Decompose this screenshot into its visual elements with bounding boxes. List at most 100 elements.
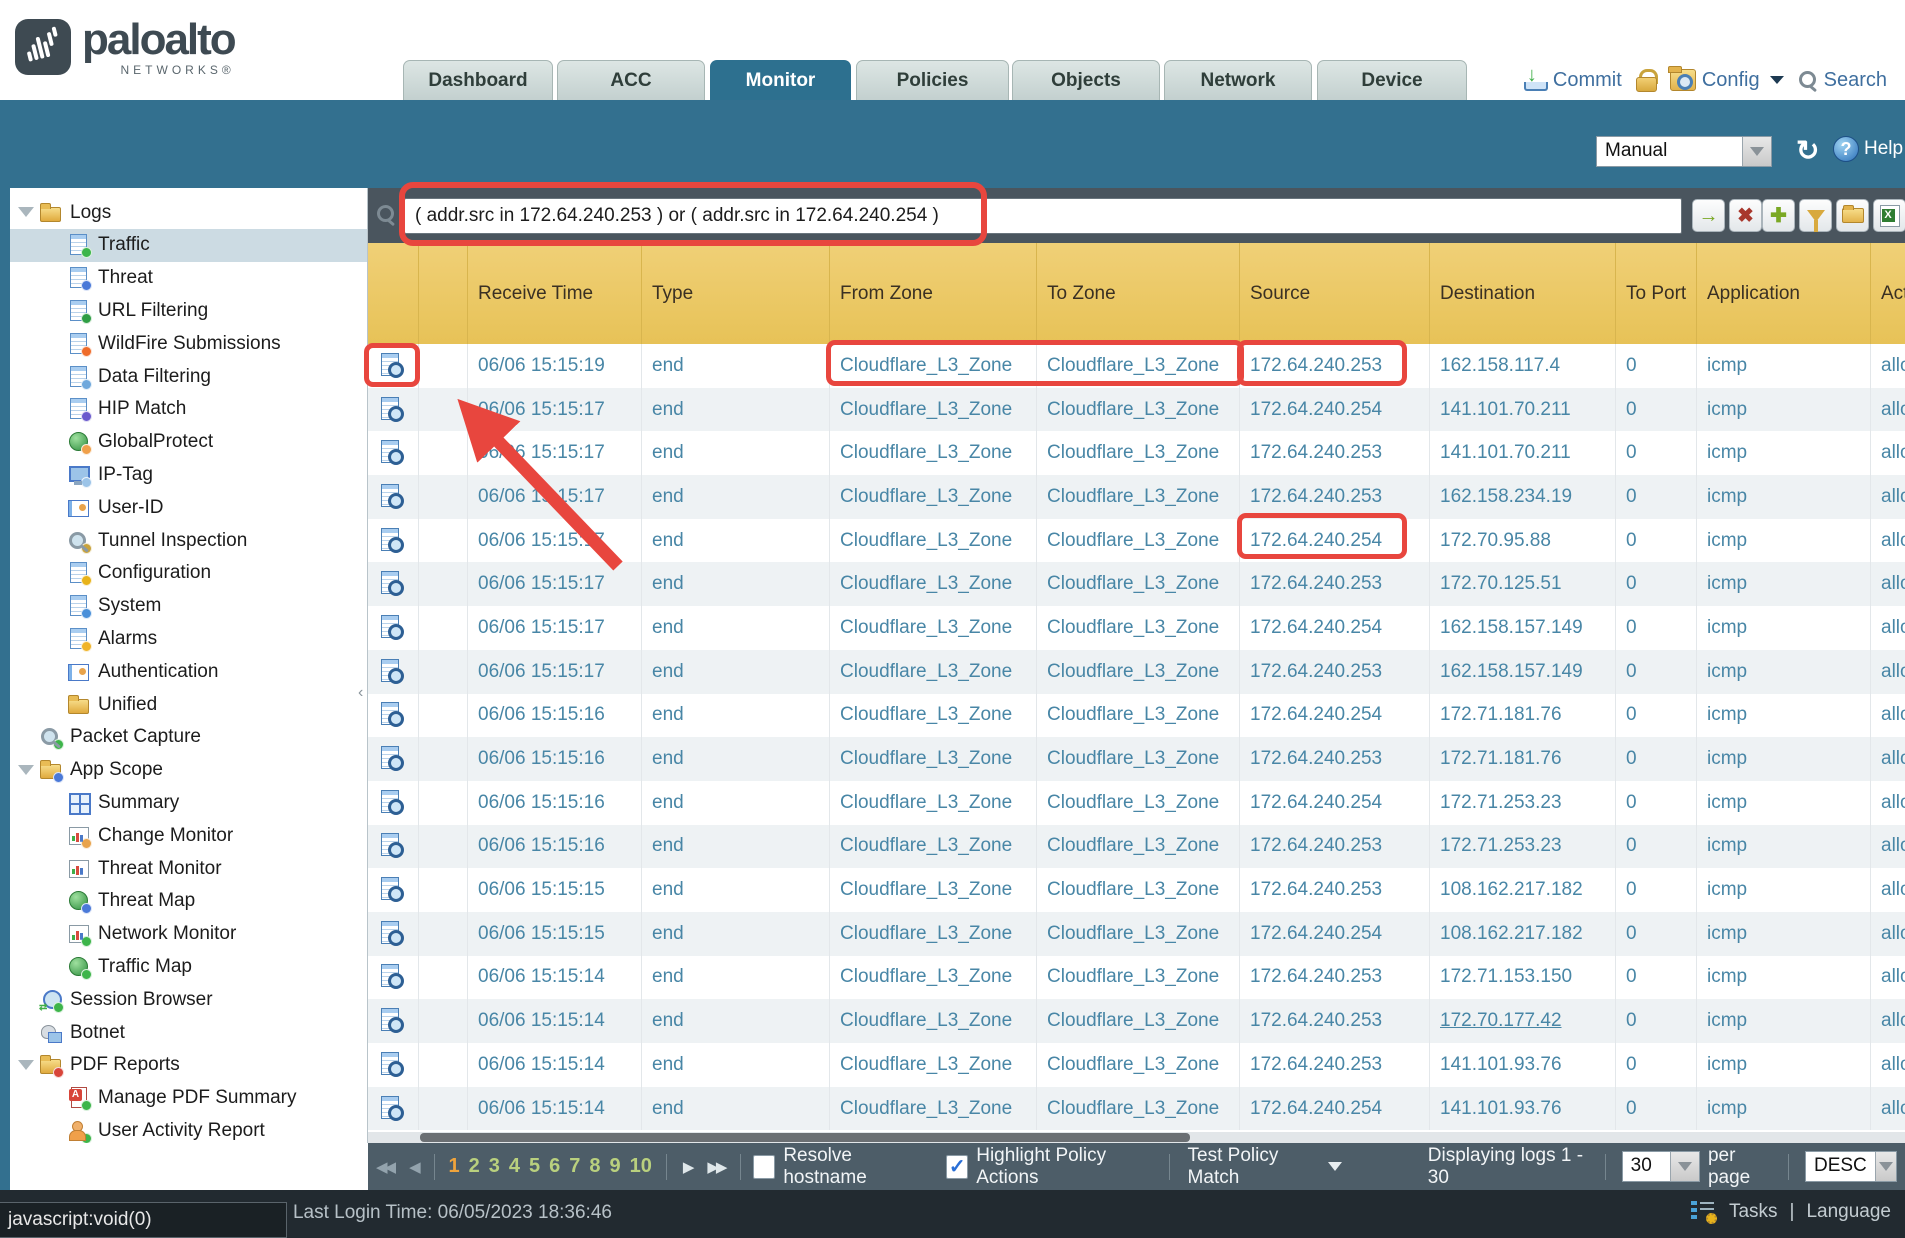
cell-from-zone[interactable]: Cloudflare_L3_Zone [830,1087,1037,1131]
resolve-hostname-checkbox[interactable] [753,1155,775,1179]
cell-source[interactable]: 172.64.240.253 [1240,344,1430,388]
next-page-button[interactable]: ▶ [675,1158,700,1176]
cell-from-zone[interactable]: Cloudflare_L3_Zone [830,825,1037,869]
log-detail-magnifier-icon[interactable] [380,833,404,859]
apply-filter-button[interactable]: → [1692,199,1725,232]
per-page-select[interactable]: 30 [1622,1151,1700,1182]
page-number-5[interactable]: 5 [529,1155,540,1178]
cell-to-zone[interactable]: Cloudflare_L3_Zone [1037,781,1240,825]
log-detail-magnifier-icon[interactable] [380,484,404,510]
sidebar-item-threat[interactable]: Threat [10,262,368,295]
refresh-icon[interactable]: ↻ [1796,134,1819,167]
cell-from-zone[interactable]: Cloudflare_L3_Zone [830,431,1037,475]
sidebar-item-wildfire-submissions[interactable]: WildFire Submissions [10,327,368,360]
cell-source[interactable]: 172.64.240.254 [1240,694,1430,738]
log-detail-magnifier-icon[interactable] [380,571,404,597]
cell-source[interactable]: 172.64.240.254 [1240,519,1430,563]
cell-application[interactable]: icmp [1697,344,1871,388]
sidebar-item-logs[interactable]: Logs [10,196,368,229]
cell-to-zone[interactable]: Cloudflare_L3_Zone [1037,825,1240,869]
page-number-10[interactable]: 10 [630,1155,652,1178]
first-page-button[interactable]: ◀◀ [368,1158,401,1176]
cell-to-zone[interactable]: Cloudflare_L3_Zone [1037,519,1240,563]
cell-source[interactable]: 172.64.240.254 [1240,1087,1430,1131]
cell-application[interactable]: icmp [1697,475,1871,519]
highlight-policy-actions-checkbox[interactable]: ✓ [946,1155,968,1179]
cell-to-zone[interactable]: Cloudflare_L3_Zone [1037,912,1240,956]
cell-to-zone[interactable]: Cloudflare_L3_Zone [1037,475,1240,519]
cell-application[interactable]: icmp [1697,650,1871,694]
log-detail-magnifier-icon[interactable] [380,1052,404,1078]
cell-application[interactable]: icmp [1697,388,1871,432]
page-number-3[interactable]: 3 [489,1155,500,1178]
cell-application[interactable]: icmp [1697,519,1871,563]
refresh-mode-select[interactable]: Manual [1596,136,1772,167]
cell-from-zone[interactable]: Cloudflare_L3_Zone [830,344,1037,388]
log-detail-magnifier-icon[interactable] [380,440,404,466]
sort-order-select[interactable]: DESC [1805,1151,1897,1182]
sidebar-item-change-monitor[interactable]: Change Monitor [10,819,368,852]
cell-destination[interactable]: 172.71.253.23 [1430,781,1616,825]
cell-from-zone[interactable]: Cloudflare_L3_Zone [830,999,1037,1043]
export-log-button[interactable] [1873,199,1905,232]
cell-destination[interactable]: 162.158.234.19 [1430,475,1616,519]
sidebar-item-packet-capture[interactable]: Packet Capture [10,721,368,754]
cell-destination[interactable]: 162.158.117.4 [1430,344,1616,388]
cell-application[interactable]: icmp [1697,606,1871,650]
cell-application[interactable]: icmp [1697,781,1871,825]
cell-from-zone[interactable]: Cloudflare_L3_Zone [830,475,1037,519]
scrollbar-thumb[interactable] [420,1133,1190,1142]
log-detail-magnifier-icon[interactable] [380,353,404,379]
cell-from-zone[interactable]: Cloudflare_L3_Zone [830,694,1037,738]
tab-policies[interactable]: Policies [856,60,1009,100]
cell-to-zone[interactable]: Cloudflare_L3_Zone [1037,431,1240,475]
cell-source[interactable]: 172.64.240.253 [1240,737,1430,781]
tab-network[interactable]: Network [1164,60,1312,100]
sidebar-item-globalprotect[interactable]: GlobalProtect [10,426,368,459]
column-header-application[interactable]: Application [1697,243,1871,344]
tasks-button[interactable]: Tasks [1729,1201,1778,1223]
cell-source[interactable]: 172.64.240.254 [1240,781,1430,825]
column-header-destination[interactable]: Destination [1430,243,1616,344]
tree-expander-icon[interactable] [18,207,34,217]
cell-source[interactable]: 172.64.240.254 [1240,388,1430,432]
cell-to-zone[interactable]: Cloudflare_L3_Zone [1037,650,1240,694]
cell-destination[interactable]: 172.70.95.88 [1430,519,1616,563]
cell-to-zone[interactable]: Cloudflare_L3_Zone [1037,868,1240,912]
cell-application[interactable]: icmp [1697,694,1871,738]
page-number-1[interactable]: 1 [449,1155,460,1178]
sidebar-item-hip-match[interactable]: HIP Match [10,393,368,426]
cell-from-zone[interactable]: Cloudflare_L3_Zone [830,868,1037,912]
log-detail-magnifier-icon[interactable] [380,615,404,641]
cell-to-zone[interactable]: Cloudflare_L3_Zone [1037,737,1240,781]
cell-destination[interactable]: 108.162.217.182 [1430,868,1616,912]
sidebar-item-ip-tag[interactable]: IP-Tag [10,458,368,491]
clear-filter-button[interactable]: ✖ [1729,199,1762,232]
cell-to-zone[interactable]: Cloudflare_L3_Zone [1037,1087,1240,1131]
cell-to-zone[interactable]: Cloudflare_L3_Zone [1037,562,1240,606]
cell-application[interactable]: icmp [1697,868,1871,912]
column-header-receive-time[interactable]: Receive Time [468,243,642,344]
log-detail-magnifier-icon[interactable] [380,790,404,816]
column-header-type[interactable]: Type [642,243,830,344]
cell-to-zone[interactable]: Cloudflare_L3_Zone [1037,694,1240,738]
sidebar-item-session-browser[interactable]: Session Browser [10,983,368,1016]
log-detail-magnifier-icon[interactable] [380,702,404,728]
lock-icon[interactable] [1636,68,1656,92]
tab-monitor[interactable]: Monitor [710,60,851,100]
cell-source[interactable]: 172.64.240.253 [1240,1043,1430,1087]
cell-to-zone[interactable]: Cloudflare_L3_Zone [1037,999,1240,1043]
commit-button[interactable]: Commit [1523,68,1622,92]
page-number-2[interactable]: 2 [469,1155,480,1178]
cell-from-zone[interactable]: Cloudflare_L3_Zone [830,1043,1037,1087]
cell-source[interactable]: 172.64.240.253 [1240,431,1430,475]
cell-destination[interactable]: 172.70.177.42 [1430,999,1616,1043]
sidebar-item-user-activity-report[interactable]: User Activity Report [10,1114,368,1143]
cell-to-zone[interactable]: Cloudflare_L3_Zone [1037,956,1240,1000]
page-number-7[interactable]: 7 [569,1155,580,1178]
help-button[interactable]: ? Help [1833,136,1903,162]
cell-destination[interactable]: 141.101.70.211 [1430,431,1616,475]
cell-application[interactable]: icmp [1697,562,1871,606]
sidebar-item-alarms[interactable]: Alarms [10,622,368,655]
cell-destination[interactable]: 172.71.181.76 [1430,694,1616,738]
